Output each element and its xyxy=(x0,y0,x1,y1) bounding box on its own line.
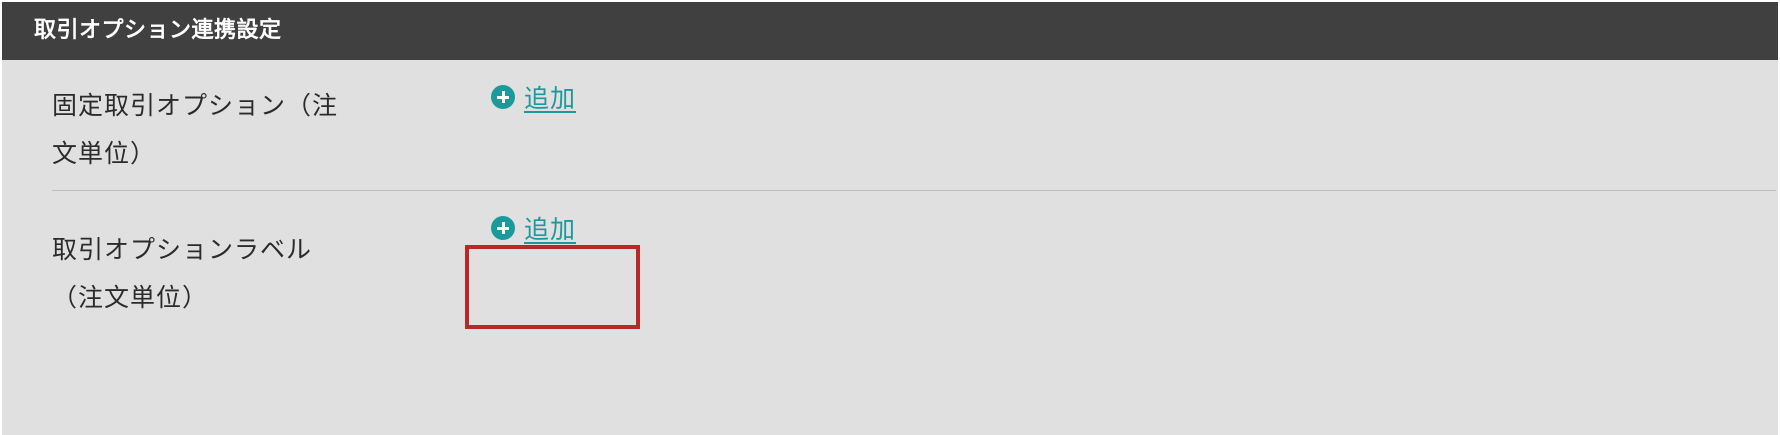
add-trade-option-label-link[interactable]: 追加 xyxy=(491,212,576,244)
panel-header: 取引オプション連携設定 xyxy=(2,2,1778,60)
trade-option-settings-panel: 取引オプション連携設定 固定取引オプション（注 文単位） 追加 取引オプションラ… xyxy=(0,0,1780,435)
row-label-line: 固定取引オプション（注 xyxy=(52,91,339,120)
row-label-line: 取引オプションラベル xyxy=(52,235,313,264)
add-link-label[interactable]: 追加 xyxy=(524,210,576,246)
panel-title: 取引オプション連携設定 xyxy=(34,18,282,43)
row-label-fixed-trade-option: 固定取引オプション（注 文単位） xyxy=(52,82,338,178)
row-label-line: 文単位） xyxy=(52,139,157,168)
add-fixed-trade-option-link[interactable]: 追加 xyxy=(491,81,576,113)
plus-circle-icon xyxy=(491,216,515,240)
plus-circle-icon xyxy=(491,85,515,109)
add-link-label[interactable]: 追加 xyxy=(524,79,576,115)
row-divider xyxy=(52,190,1776,191)
row-label-line: （注文単位） xyxy=(52,283,209,312)
row-label-trade-option-label: 取引オプションラベル （注文単位） xyxy=(52,226,312,322)
